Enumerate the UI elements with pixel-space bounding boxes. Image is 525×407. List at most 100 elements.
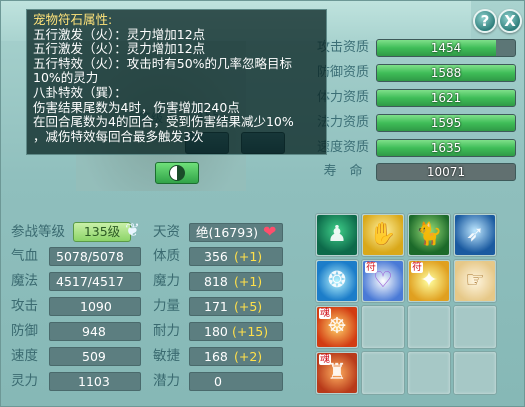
stat-field-hp: 5078/5078 xyxy=(49,247,141,266)
aptitude-value: 1595 xyxy=(430,116,462,130)
aptitude-value: 1588 xyxy=(430,66,462,80)
skill-slot[interactable]: ♟ xyxy=(315,213,359,257)
stat-value: 168 xyxy=(204,349,228,364)
tooltip-line: ，减伤特效每回合最多触发3次 xyxy=(33,128,204,144)
stat-field-strength: 171 (+5) xyxy=(189,297,283,316)
skill-slot-empty[interactable] xyxy=(407,305,451,349)
bagua-button[interactable] xyxy=(155,162,199,184)
blue-bow-icon: ➶ xyxy=(455,215,495,255)
aptitude-bar: 1635 xyxy=(376,139,516,157)
skill-slot-empty[interactable] xyxy=(361,305,405,349)
help-icon: ? xyxy=(480,12,490,30)
tooltip-line: 五行激发（火）：灵力增加12点 xyxy=(33,41,206,57)
stat-value: 4517/4517 xyxy=(56,274,124,289)
stat-value: 948 xyxy=(82,324,106,339)
skill-slot-empty[interactable] xyxy=(407,351,451,395)
tooltip-line: 五行特效（火）：攻击时有50%的几率忽略目标 xyxy=(33,55,293,71)
stat-value: 1090 xyxy=(80,299,112,314)
rune-tag: 符 xyxy=(365,262,377,273)
stat-label-speed: 速度 xyxy=(11,348,38,364)
pet-info-panel: ? X 等级 155 宠物符石属性: 五行激发（火）：灵力增加12点 五行激发（… xyxy=(0,0,525,407)
aptitude-bar: 1454 xyxy=(376,39,516,57)
aptitude-value: 10071 xyxy=(426,165,466,179)
aptitude-row-lifespan: 寿 命 10071 xyxy=(308,163,518,181)
tooltip-line: 五行激发（火）：灵力增加12点 xyxy=(33,26,206,42)
stat-label-defense: 防御 xyxy=(11,323,38,339)
close-icon: X xyxy=(504,12,516,30)
skill-slot-empty[interactable] xyxy=(453,305,497,349)
aptitude-bar: 1621 xyxy=(376,89,516,107)
stat-value: 180 xyxy=(204,324,228,339)
close-button[interactable]: X xyxy=(498,9,522,33)
stat-label-spirit: 灵力 xyxy=(11,373,38,389)
heart-icon[interactable]: ❤ xyxy=(263,223,281,241)
aptitude-row-speed: 速度资质 1635 xyxy=(308,139,518,157)
battle-level-label: 参战等级 xyxy=(11,224,65,240)
aptitude-bar: 1595 xyxy=(376,114,516,132)
talent-value: 绝(16793) xyxy=(196,225,259,240)
stat-field-attack: 1090 xyxy=(49,297,141,316)
stat-field-endurance: 180 (+15) xyxy=(189,322,283,341)
stat-label-attack: 攻击 xyxy=(11,298,38,314)
stat-label-hp: 气血 xyxy=(11,248,38,264)
green-figure-icon: ♟ xyxy=(317,215,357,255)
stat-bonus: (+15) xyxy=(232,324,269,339)
skill-slot[interactable]: ❂ xyxy=(315,259,359,303)
aptitude-value: 1454 xyxy=(430,41,462,55)
stat-field-spirit: 1103 xyxy=(49,372,141,391)
stat-value: 818 xyxy=(204,274,228,289)
stat-value: 356 xyxy=(204,249,228,264)
aptitude-row-attack: 攻击资质 1454 xyxy=(308,39,518,57)
skill-slot[interactable]: ☸ 魂 xyxy=(315,305,359,349)
yinyang-icon xyxy=(169,165,185,181)
skill-slot[interactable]: ☞ xyxy=(453,259,497,303)
skill-slot[interactable]: 🐈 xyxy=(407,213,451,257)
aptitude-label: 寿 命 xyxy=(323,164,363,179)
stat-label-endurance: 耐力 xyxy=(153,323,180,339)
aptitude-row-stamina: 体力资质 1621 xyxy=(308,89,518,107)
stat-value: 1103 xyxy=(78,374,110,389)
golden-hand-icon: ✋ xyxy=(363,215,403,255)
skill-slot-empty[interactable] xyxy=(361,351,405,395)
tooltip-line: 在回合尾数为4的回合，受到伤害结果减少10% xyxy=(33,114,294,130)
stat-bonus: (+1) xyxy=(234,249,263,264)
wing-icon: ❦ xyxy=(125,220,141,241)
skill-slot[interactable]: ♜ 魂 xyxy=(315,351,359,395)
stat-bonus: (+5) xyxy=(234,299,263,314)
aptitude-value: 1621 xyxy=(430,91,462,105)
stat-value: 509 xyxy=(82,349,106,364)
stat-label-constitution: 体质 xyxy=(153,248,180,264)
stat-value: 5078/5078 xyxy=(56,249,124,264)
tooltip-title: 宠物符石属性: xyxy=(33,12,113,27)
stat-bonus: (+1) xyxy=(234,274,263,289)
stat-value: 171 xyxy=(204,299,228,314)
rune-tag: 符 xyxy=(411,262,423,273)
lifespan-bar: 10071 xyxy=(376,163,516,181)
talent-label: 天资 xyxy=(153,224,180,240)
stat-label-agility: 敏捷 xyxy=(153,348,180,364)
talisman-light-icon: ✦ 符 xyxy=(409,261,449,301)
skill-slot[interactable]: ➶ xyxy=(453,213,497,257)
cyan-whirl-icon: ❂ xyxy=(317,261,357,301)
skill-slot[interactable]: ♡ 符 xyxy=(361,259,405,303)
skill-slot[interactable]: ✦ 符 xyxy=(407,259,451,303)
help-button[interactable]: ? xyxy=(473,9,497,33)
stat-field-mp: 4517/4517 xyxy=(49,272,141,291)
skill-slot-empty[interactable] xyxy=(453,351,497,395)
armored-soul-icon: ♜ 魂 xyxy=(317,353,357,393)
soul-tag: 魂 xyxy=(319,354,331,365)
stat-bonus: (+2) xyxy=(234,349,263,364)
aptitude-row-magic: 法力资质 1595 xyxy=(308,114,518,132)
skill-slot[interactable]: ✋ xyxy=(361,213,405,257)
stat-field-speed: 509 xyxy=(49,347,141,366)
heart-symbol-icon: ♡ 符 xyxy=(363,261,403,301)
stat-label-strength: 力量 xyxy=(153,298,180,314)
rune-attribute-tooltip: 宠物符石属性: 五行激发（火）：灵力增加12点 五行激发（火）：灵力增加12点 … xyxy=(26,9,327,155)
aptitude-bar: 1588 xyxy=(376,64,516,82)
aptitude-value: 1635 xyxy=(430,141,462,155)
stat-field-potential: 0 xyxy=(189,372,283,391)
tooltip-line: 10%的灵力 xyxy=(33,70,99,86)
stat-label-mp: 魔法 xyxy=(11,273,38,289)
stat-label-potential: 潜力 xyxy=(153,373,180,389)
pointing-hand-icon: ☞ xyxy=(455,261,495,301)
